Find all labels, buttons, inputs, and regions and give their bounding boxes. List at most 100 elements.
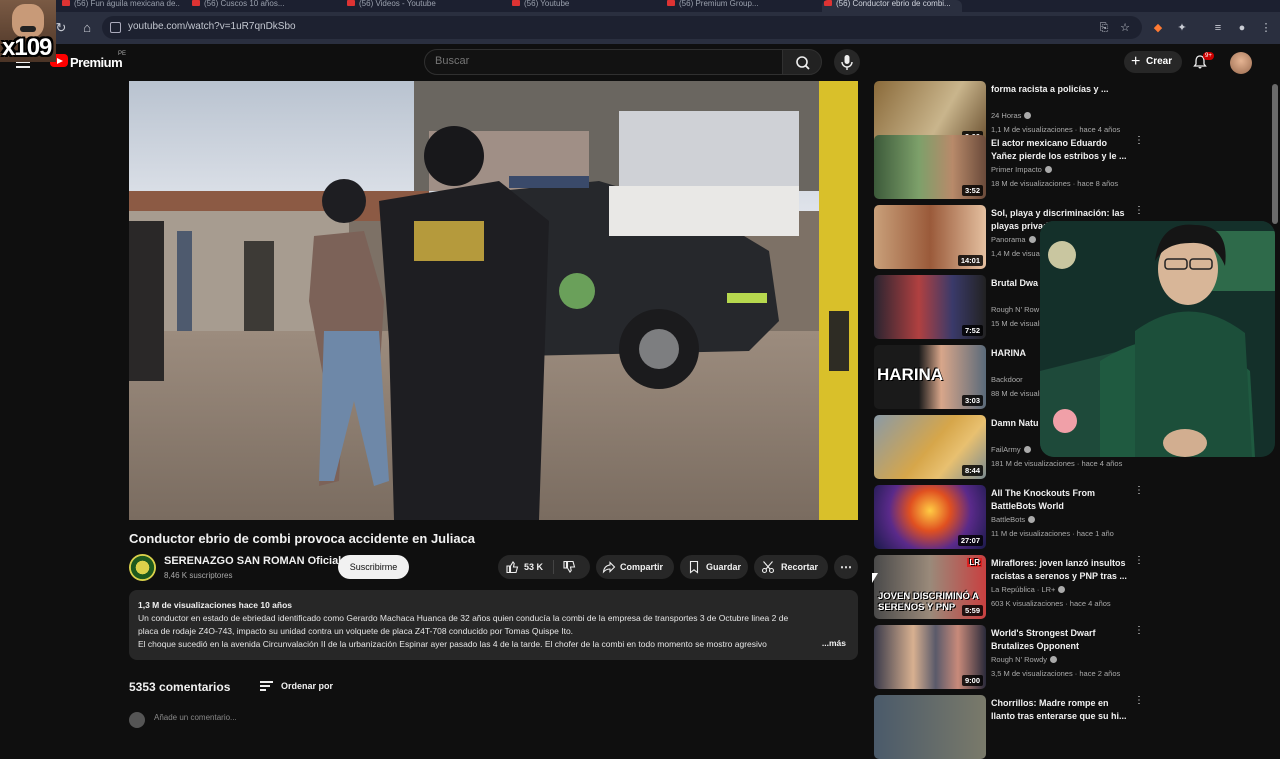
video-thumbnail[interactable]: 9:00 [874, 625, 986, 689]
profile-icon[interactable]: ● [1234, 20, 1250, 36]
streamer-webcam-overlay [1040, 221, 1275, 457]
install-app-icon[interactable]: ⎘ [1096, 20, 1112, 36]
related-video-channel: Rough N' Row [991, 305, 1040, 314]
browser-tab[interactable]: (56) Fun águila mexicana de... [60, 0, 180, 12]
description-box[interactable]: 1,3 M de visualizaciones hace 10 años Un… [129, 590, 858, 660]
video-thumbnail[interactable]: 8:44 [874, 415, 986, 479]
youtube-favicon-icon [192, 0, 200, 6]
emote-multiplier-text: x109 [2, 34, 52, 61]
more-actions-button[interactable]: ⋯ [834, 555, 858, 579]
sort-comments-button[interactable]: Ordenar por [260, 678, 333, 694]
video-frame-image [129, 81, 858, 520]
youtube-favicon-icon [667, 0, 675, 6]
video-thumbnail[interactable]: 14:01 [874, 205, 986, 269]
more-vert-icon[interactable]: ⋮ [1134, 556, 1144, 566]
related-video-channel: 24 Horas [991, 111, 1032, 120]
page-scrollbar[interactable] [1272, 84, 1278, 224]
related-video-item[interactable]: 3:52 El actor mexicano Eduardo Yañez pie… [874, 135, 1144, 199]
account-avatar[interactable] [1230, 52, 1252, 74]
site-info-icon[interactable] [110, 22, 121, 33]
add-comment-input[interactable]: Añade un comentario... [154, 713, 237, 722]
related-video-stats: 181 M de visualizaciones · hace 4 años [991, 459, 1123, 468]
browser-menu-icon[interactable]: ⋮ [1258, 20, 1274, 36]
webcam-image [1040, 221, 1275, 457]
related-video-item[interactable]: JOVEN DISCRIMINÓ A SERENOS Y PNP LR 5:59… [874, 555, 1144, 619]
save-button[interactable]: Guardar [680, 555, 748, 579]
like-count[interactable]: 53 K [524, 555, 543, 579]
mouse-cursor-icon [872, 573, 878, 583]
browser-tab[interactable]: (56) Videos - Youtube [345, 0, 485, 12]
extensions-puzzle-icon[interactable]: ✦ [1174, 20, 1190, 36]
share-button[interactable]: Compartir [596, 555, 674, 579]
extension-icon[interactable]: ◆ [1150, 20, 1166, 36]
video-duration: 8:44 [961, 465, 983, 476]
home-icon[interactable]: ⌂ [78, 19, 96, 37]
related-video-title[interactable]: Chorrillos: Madre rompe en llanto tras e… [991, 697, 1129, 723]
like-dislike-group: 53 K [498, 555, 590, 579]
like-icon[interactable] [505, 560, 519, 574]
related-video-stats: 3,5 M de visualizaciones · hace 2 años [991, 669, 1121, 678]
dislike-icon[interactable] [562, 560, 576, 574]
video-duration: 3:52 [961, 185, 983, 196]
video-player[interactable] [129, 81, 858, 520]
share-icon [602, 561, 616, 574]
voice-search-button[interactable] [834, 49, 860, 75]
related-video-title[interactable]: Miraflores: joven lanzó insultos racista… [991, 557, 1129, 583]
youtube-masthead: Premium PE +Crear 9+ [0, 44, 1280, 80]
create-button[interactable]: + Crear [1124, 51, 1182, 73]
verified-badge-icon [1044, 166, 1052, 173]
more-vert-icon[interactable]: ⋮ [1134, 486, 1144, 496]
subscribe-button[interactable]: Suscribirme [338, 555, 409, 579]
related-video-title[interactable]: World's Strongest Dwarf Brutalizes Oppon… [991, 627, 1129, 653]
youtube-favicon-icon [512, 0, 520, 6]
video-duration: 9:00 [961, 675, 983, 686]
verified-badge-icon [1024, 112, 1032, 119]
view-count-date: 1,3 M de visualizaciones hace 10 años [138, 600, 293, 610]
search-box[interactable] [424, 49, 784, 75]
video-duration: 7:52 [961, 325, 983, 336]
more-vert-icon[interactable]: ⋮ [1134, 136, 1144, 146]
related-video-title[interactable]: El actor mexicano Eduardo Yañez pierde l… [991, 137, 1129, 163]
browser-tab[interactable]: (56) Youtube [510, 0, 630, 12]
search-input[interactable] [435, 55, 765, 67]
related-video-title[interactable]: forma racista a policías y ... [991, 83, 1129, 96]
channel-avatar[interactable] [129, 554, 156, 581]
youtube-favicon-icon [62, 0, 70, 6]
thumbnail-text: HARINA [877, 365, 944, 384]
video-thumbnail[interactable]: 27:07 [874, 485, 986, 549]
video-thumbnail[interactable]: HARINA 3:03 [874, 345, 986, 409]
related-video-title[interactable]: All The Knockouts From BattleBots World … [991, 487, 1129, 515]
more-vert-icon[interactable]: ⋮ [1134, 206, 1144, 216]
youtube-favicon-icon [824, 0, 832, 6]
show-more-link[interactable]: ...más [817, 637, 846, 650]
related-video-item[interactable]: 9:00 World's Strongest Dwarf Brutalizes … [874, 625, 1144, 689]
notifications-badge: 9+ [1203, 52, 1214, 60]
video-thumbnail[interactable]: 7:52 [874, 275, 986, 339]
search-button[interactable] [782, 49, 822, 75]
video-thumbnail[interactable] [874, 695, 986, 759]
search-icon [796, 56, 810, 70]
more-vert-icon[interactable]: ⋮ [1134, 626, 1144, 636]
url-text: youtube.com/watch?v=1uR7qnDkSbo [128, 21, 296, 32]
browser-tab[interactable]: (56) Cuscos 10 años... [190, 0, 330, 12]
browser-tab[interactable]: (56) Premium Group... [665, 0, 805, 12]
bookmark-star-icon[interactable]: ☆ [1117, 20, 1133, 36]
url-field[interactable]: youtube.com/watch?v=1uR7qnDkSbo [102, 16, 1142, 39]
more-vert-icon[interactable]: ⋮ [1134, 696, 1144, 706]
description-line: Un conductor en estado de ebriedad ident… [138, 613, 789, 623]
related-video-channel: Rough N' Rowdy [991, 655, 1058, 664]
related-video-stats: 11 M de visualizaciones · hace 1 año [991, 529, 1114, 538]
video-duration: 5:59 [961, 605, 983, 616]
related-video-channel: La República · LR+ [991, 585, 1066, 594]
browser-tab-active[interactable]: (56) Conductor ebrio de combi... [822, 0, 962, 12]
channel-name-link[interactable]: SERENAZGO SAN ROMAN Oficial [164, 555, 341, 567]
related-video-item[interactable]: 27:07 All The Knockouts From BattleBots … [874, 485, 1144, 549]
youtube-favicon-icon [347, 0, 355, 6]
clip-button[interactable]: Recortar [754, 555, 828, 579]
related-video-item[interactable]: Chorrillos: Madre rompe en llanto tras e… [874, 695, 1144, 759]
video-thumbnail[interactable]: 3:52 [874, 135, 986, 199]
youtube-premium-logo-text[interactable]: Premium [70, 55, 123, 70]
related-video-stats: 18 M de visualizaciones · hace 8 años [991, 179, 1119, 188]
video-thumbnail[interactable]: JOVEN DISCRIMINÓ A SERENOS Y PNP LR 5:59 [874, 555, 986, 619]
media-control-icon[interactable]: ≡ [1210, 20, 1226, 36]
